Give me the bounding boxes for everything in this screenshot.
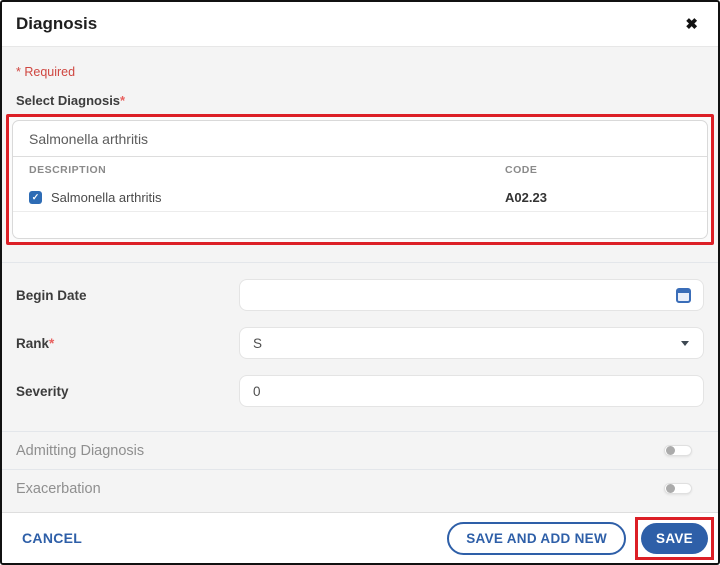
save-and-add-new-button[interactable]: SAVE AND ADD NEW <box>447 521 627 555</box>
severity-label: Severity <box>16 383 69 399</box>
select-diagnosis-highlight: DESCRIPTION CODE Salmonella arthritis A0… <box>6 114 714 245</box>
begin-date-input[interactable] <box>253 287 690 303</box>
severity-input[interactable] <box>253 383 690 399</box>
save-button[interactable]: SAVE <box>641 522 708 554</box>
begin-date-row: Begin Date <box>2 279 718 311</box>
required-asterisk: * <box>120 93 126 108</box>
diagnosis-results-panel: DESCRIPTION CODE Salmonella arthritis A0… <box>12 120 708 239</box>
select-diagnosis-label: Select Diagnosis* <box>16 93 126 108</box>
dialog-footer: CANCEL SAVE AND ADD NEW SAVE <box>2 512 718 563</box>
diagnosis-search-input[interactable] <box>29 130 691 147</box>
save-button-highlight: SAVE <box>635 516 714 560</box>
close-icon[interactable]: ✖ <box>681 13 702 36</box>
diagnosis-description: Salmonella arthritis <box>51 189 162 205</box>
cancel-button[interactable]: CANCEL <box>22 530 82 546</box>
rank-select[interactable]: S <box>239 327 704 359</box>
severity-control <box>239 375 704 407</box>
required-asterisk: * <box>49 335 55 351</box>
dialog-title: Diagnosis <box>16 14 98 33</box>
begin-date-label: Begin Date <box>16 287 87 303</box>
section-divider <box>2 262 718 263</box>
rank-selected-value: S <box>253 335 263 351</box>
begin-date-control <box>239 279 704 311</box>
diagnosis-result-row[interactable]: Salmonella arthritis A02.23 <box>13 183 707 212</box>
exacerbation-row: Exacerbation <box>2 470 718 507</box>
dialog-body: * Required Select Diagnosis* DESCRIPTION… <box>2 47 718 512</box>
calendar-icon[interactable] <box>676 288 691 303</box>
chevron-down-icon <box>681 341 689 346</box>
dialog-header: Diagnosis ✖ <box>2 2 718 47</box>
diagnosis-checkbox-checked[interactable] <box>29 190 42 204</box>
admitting-diagnosis-label: Admitting Diagnosis <box>16 442 145 459</box>
admitting-diagnosis-toggle[interactable] <box>664 445 692 456</box>
severity-row: Severity <box>2 375 718 407</box>
results-header-row: DESCRIPTION CODE <box>13 157 707 183</box>
exacerbation-label: Exacerbation <box>16 480 101 497</box>
rank-label: Rank* <box>16 335 55 351</box>
code-column-header: CODE <box>505 164 538 176</box>
diagnosis-dialog: Diagnosis ✖ * Required Select Diagnosis*… <box>0 0 720 565</box>
diagnosis-code: A02.23 <box>505 189 547 205</box>
exacerbation-toggle[interactable] <box>664 483 692 494</box>
diagnosis-search-row <box>13 121 707 157</box>
description-column-header: DESCRIPTION <box>29 164 107 176</box>
admitting-diagnosis-row: Admitting Diagnosis <box>2 432 718 469</box>
rank-row: Rank* S <box>2 327 718 359</box>
required-note: * Required <box>16 65 76 79</box>
